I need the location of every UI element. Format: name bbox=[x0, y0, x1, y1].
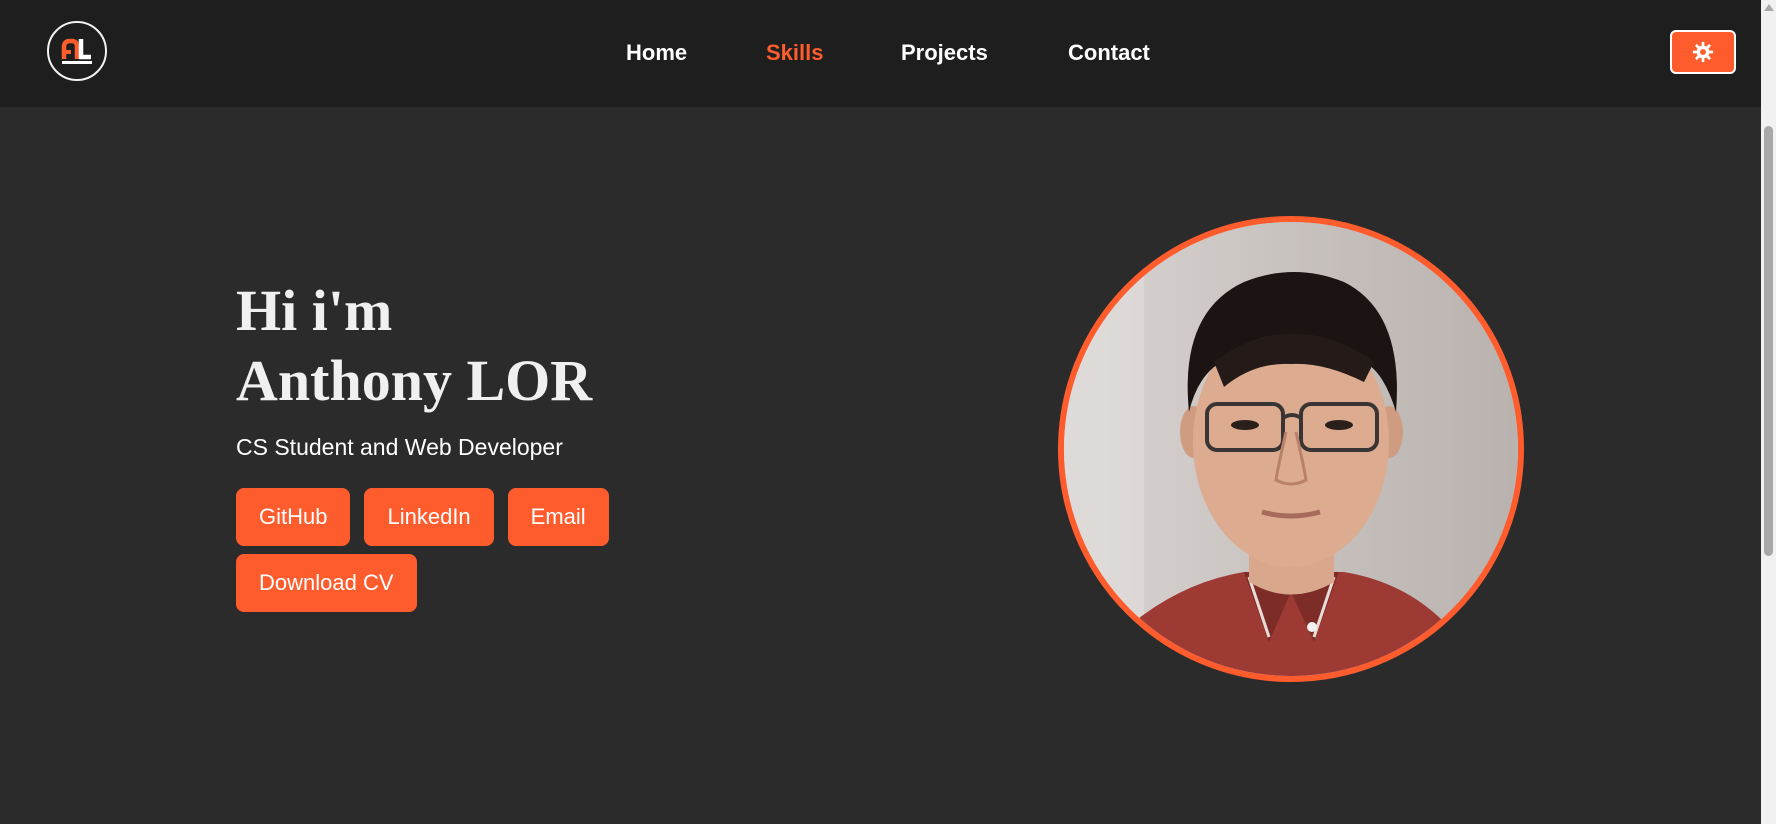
nav-links: Home Skills Projects Contact bbox=[626, 38, 1150, 68]
scroll-up-arrow-icon[interactable] bbox=[1764, 4, 1774, 11]
linkedin-button[interactable]: LinkedIn bbox=[364, 488, 494, 546]
hero-title-line2: Anthony LOR bbox=[236, 348, 593, 413]
scroll-thumb[interactable] bbox=[1764, 126, 1773, 556]
gear-icon bbox=[1692, 41, 1714, 63]
profile-photo bbox=[1058, 216, 1524, 682]
profile-photo-illustration bbox=[1064, 222, 1518, 676]
hero-title: Hi i'm Anthony LOR bbox=[236, 276, 796, 416]
nav-contact[interactable]: Contact bbox=[1068, 38, 1150, 68]
nav-skills[interactable]: Skills bbox=[766, 38, 901, 68]
email-button[interactable]: Email bbox=[507, 488, 609, 546]
hero-subtitle: CS Student and Web Developer bbox=[236, 434, 563, 460]
social-buttons: GitHub LinkedIn Email Download CV bbox=[236, 488, 656, 612]
navbar: Home Skills Projects Contact bbox=[0, 0, 1761, 107]
hero-section: Hi i'm Anthony LOR CS Student and Web De… bbox=[236, 276, 796, 612]
scrollbar[interactable] bbox=[1761, 0, 1776, 824]
nav-home[interactable]: Home bbox=[626, 38, 766, 68]
github-button[interactable]: GitHub bbox=[236, 488, 351, 546]
hero-title-line1: Hi i'm bbox=[236, 278, 393, 343]
logo-icon bbox=[61, 38, 92, 64]
nav-projects[interactable]: Projects bbox=[901, 38, 1068, 68]
download-cv-button[interactable]: Download CV bbox=[236, 554, 417, 612]
theme-toggle-button[interactable] bbox=[1670, 30, 1736, 74]
logo[interactable] bbox=[47, 21, 107, 81]
